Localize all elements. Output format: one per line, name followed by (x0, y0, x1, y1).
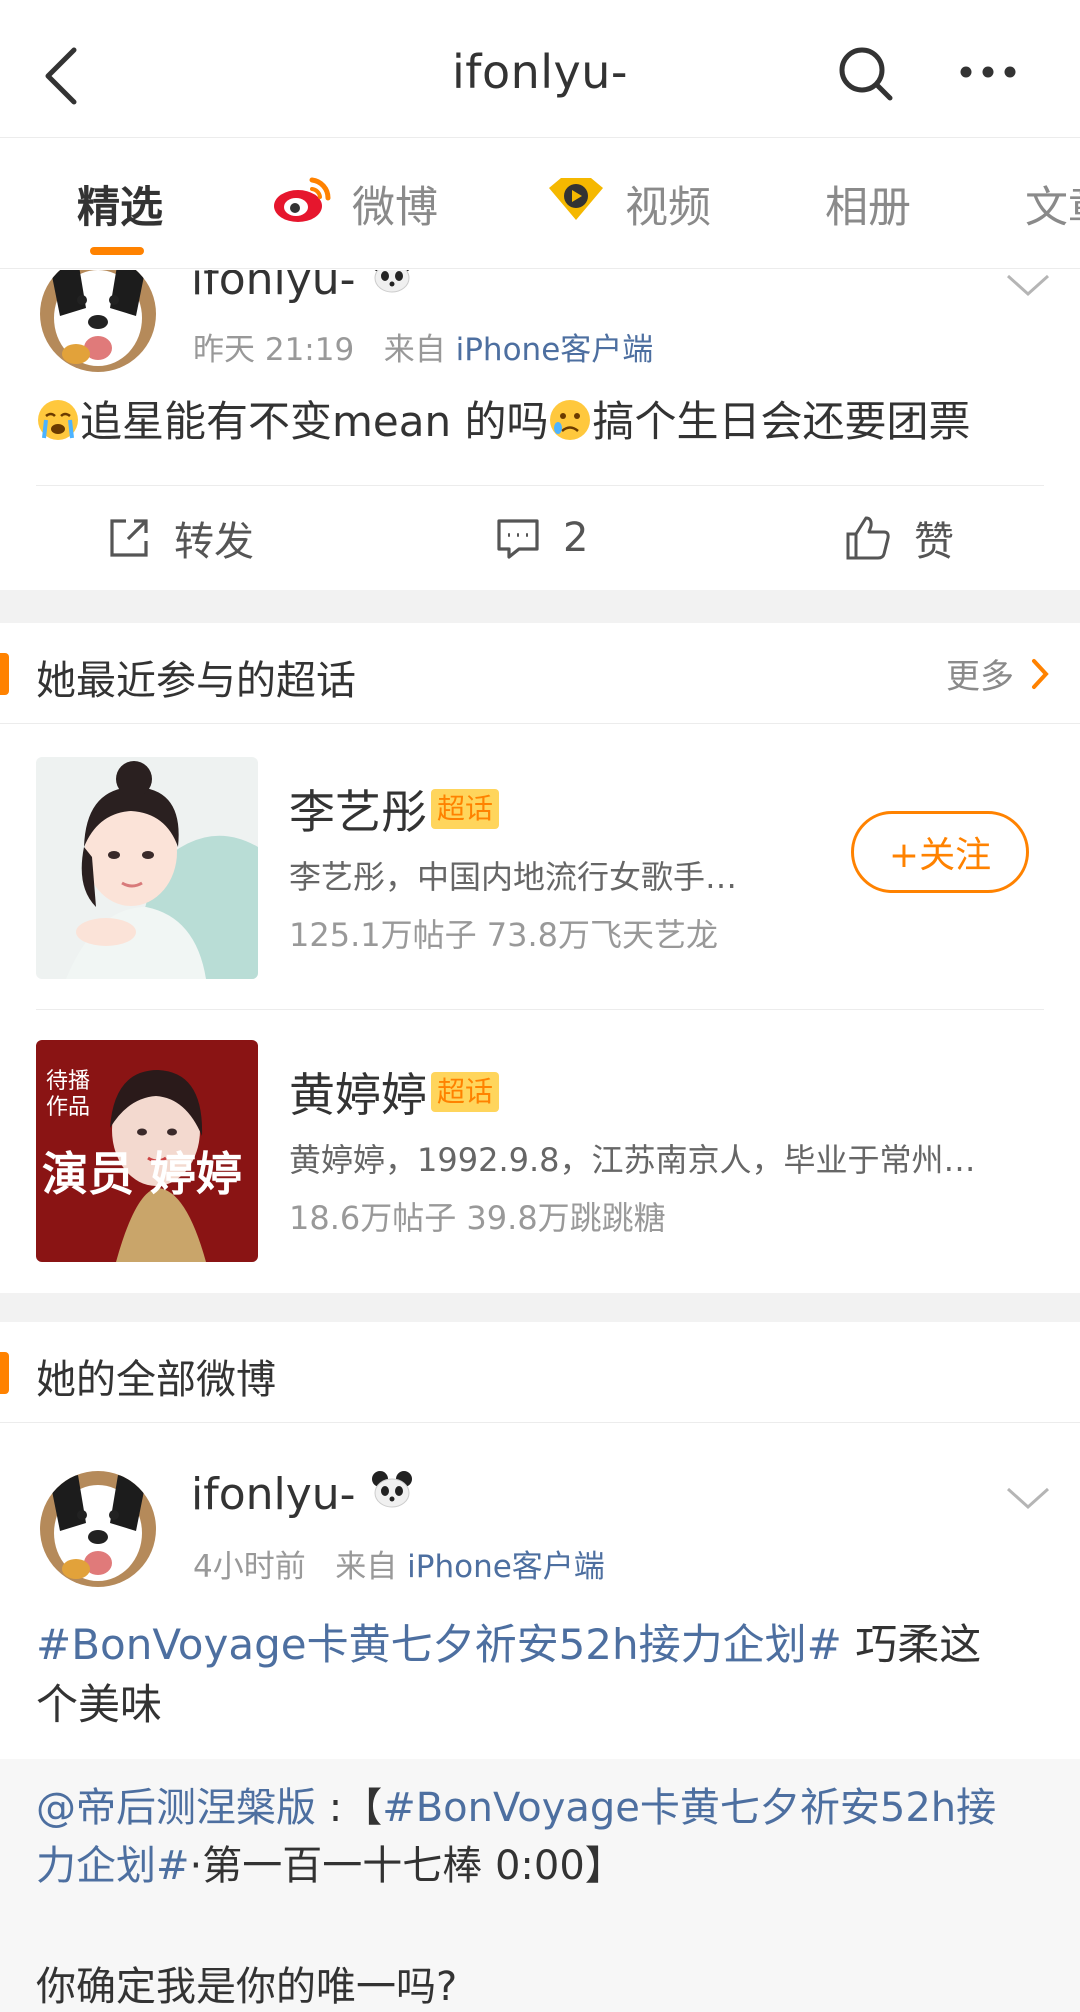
page-title: ifonlyu- (451, 45, 629, 99)
super-topic-badge: 超话 (431, 1072, 500, 1112)
section-title: 她最近参与的超话 (36, 658, 356, 704)
super-topics-list: 李艺彤 超话 李艺彤，中国内地流行女歌手… 125.1万帖子 73.8万飞天艺龙… (0, 723, 1080, 1293)
comment-button[interactable]: 2 (495, 508, 588, 568)
avatar[interactable] (40, 270, 156, 372)
thumbs-up-icon (846, 516, 890, 560)
avatar[interactable] (40, 1471, 156, 1587)
tab-weibo[interactable]: 微博 (272, 174, 438, 234)
like-button[interactable]: 赞 (844, 508, 954, 568)
post-text: 追星能有不变mean 的吗 搞个生日会还要团票 (36, 392, 1046, 458)
hashtag-link[interactable]: 力企划# (36, 1843, 190, 1889)
more-button[interactable] (956, 50, 1026, 100)
topic-thumbnail: 待播 作品 演员 婷婷 (36, 1040, 258, 1262)
section-gap (0, 1293, 1080, 1322)
tab-video[interactable]: 视频 (545, 174, 711, 234)
tab-album[interactable]: 相册 (825, 174, 911, 234)
poster-image: 待播 作品 演员 婷婷 (36, 1040, 258, 1262)
comment-icon (497, 519, 539, 559)
post-source[interactable]: iPhone客户端 (456, 332, 654, 368)
panda-icon (370, 270, 414, 305)
more-topics-link[interactable]: 更多 (946, 649, 1050, 698)
chevron-down-icon[interactable] (1004, 1483, 1052, 1515)
hashtag-link[interactable]: #BonVoyage卡黄七夕祈安52h接力企划# (36, 1620, 842, 1669)
post-card[interactable]: ifonlyu- 4小时前 来自 iPhone客户端 #BonVoyage卡黄七… (0, 1422, 1080, 1759)
super-topics-header: 她最近参与的超话 更多 (0, 623, 1080, 723)
top-bar: ifonlyu- (0, 0, 1080, 138)
post-text: #BonVoyage卡黄七夕祈安52h接力企划# 巧柔这 个美味 (36, 1620, 982, 1729)
repost-button[interactable]: 转发 (106, 508, 254, 568)
post-actions: 转发 2 赞 (36, 485, 1044, 589)
source-prefix: 来自 (383, 332, 446, 368)
panda-icon (370, 1469, 414, 1520)
source-prefix: 来自 (335, 1549, 398, 1585)
topic-item[interactable]: 李艺彤 超话 李艺彤，中国内地流行女歌手… 125.1万帖子 73.8万飞天艺龙… (0, 724, 1080, 1010)
topic-description: 黄婷婷，1992.9.8，江苏南京人，毕业于常州… (289, 1141, 976, 1179)
profile-tabs: 精选 微博 视频 相册 文章 (0, 139, 1080, 269)
crying-emoji-icon (36, 398, 80, 458)
comment-count: 2 (563, 515, 589, 561)
tab-label: 相册 (825, 183, 911, 233)
svg-text:演员: 演员 (42, 1147, 134, 1201)
topic-stats: 18.6万帖子 39.8万跳跳糖 (289, 1199, 666, 1237)
username[interactable]: ifonlyu- (191, 1469, 414, 1520)
post-meta: 昨天 21:19 来自 iPhone客户端 (193, 324, 653, 369)
topic-stats: 125.1万帖子 73.8万飞天艺龙 (289, 916, 719, 954)
tab-label: 视频 (625, 183, 711, 233)
search-icon (839, 47, 893, 101)
topic-item[interactable]: 待播 作品 演员 婷婷 黄婷婷 超话 黄婷婷，1992.9.8，江苏南京人，毕业… (0, 1007, 1080, 1287)
topic-name: 黄婷婷 超话 (289, 1059, 500, 1125)
all-posts-header: 她的全部微博 (0, 1322, 1080, 1422)
quote-text: @帝后测涅槃版 :【#BonVoyage卡黄七夕祈安52h接 力企划#·第一百一… (36, 1785, 997, 1889)
post-source[interactable]: iPhone客户端 (407, 1549, 605, 1585)
repost-quote[interactable]: @帝后测涅槃版 :【#BonVoyage卡黄七夕祈安52h接 力企划#·第一百一… (0, 1759, 1080, 2012)
tab-featured[interactable]: 精选 (77, 174, 163, 234)
section-accent-bar (0, 653, 9, 695)
super-topic-badge: 超话 (431, 789, 500, 829)
section-accent-bar (0, 1352, 9, 1394)
svg-text:作品: 作品 (46, 1095, 90, 1120)
post-meta: 4小时前 来自 iPhone客户端 (193, 1541, 605, 1586)
section-title: 她的全部微博 (36, 1357, 276, 1403)
dog-avatar-image (40, 270, 156, 372)
hashtag-link[interactable]: #BonVoyage卡黄七夕祈安52h接 (382, 1785, 996, 1831)
search-button[interactable] (836, 44, 896, 104)
sad-emoji-icon (548, 398, 592, 458)
weibo-logo-icon (272, 174, 334, 235)
section-gap (0, 590, 1080, 623)
dog-avatar-image (40, 1471, 156, 1587)
svg-text:婷婷: 婷婷 (150, 1147, 242, 1201)
active-tab-indicator (90, 247, 144, 255)
tab-label: 微博 (352, 183, 438, 233)
topic-name: 李艺彤 超话 (289, 776, 500, 842)
mention-link[interactable]: @帝后测涅槃版 (36, 1785, 316, 1831)
topic-thumbnail (36, 757, 258, 979)
video-icon (545, 174, 607, 235)
chevron-right-icon (1032, 658, 1049, 689)
post-card[interactable]: ifonlyu- 昨天 21:19 来自 iPhone客户端 追星能有不变mea… (0, 270, 1080, 590)
svg-text:待播: 待播 (46, 1069, 90, 1094)
repost-icon (110, 519, 148, 557)
username[interactable]: ifonlyu- (191, 270, 414, 305)
portrait-image (36, 757, 258, 979)
quote-text-line: 你确定我是你的唯一吗? (36, 1964, 458, 2010)
tab-articles[interactable]: 文章 (1025, 174, 1080, 234)
tab-label: 精选 (77, 183, 163, 233)
post-time: 昨天 21:19 (193, 332, 355, 368)
chevron-down-icon[interactable] (1004, 270, 1052, 302)
post-time: 4小时前 (193, 1549, 306, 1585)
follow-button[interactable]: +关注 (851, 811, 1029, 893)
more-dots-icon (960, 66, 1016, 78)
tab-label: 文章 (1025, 183, 1080, 233)
